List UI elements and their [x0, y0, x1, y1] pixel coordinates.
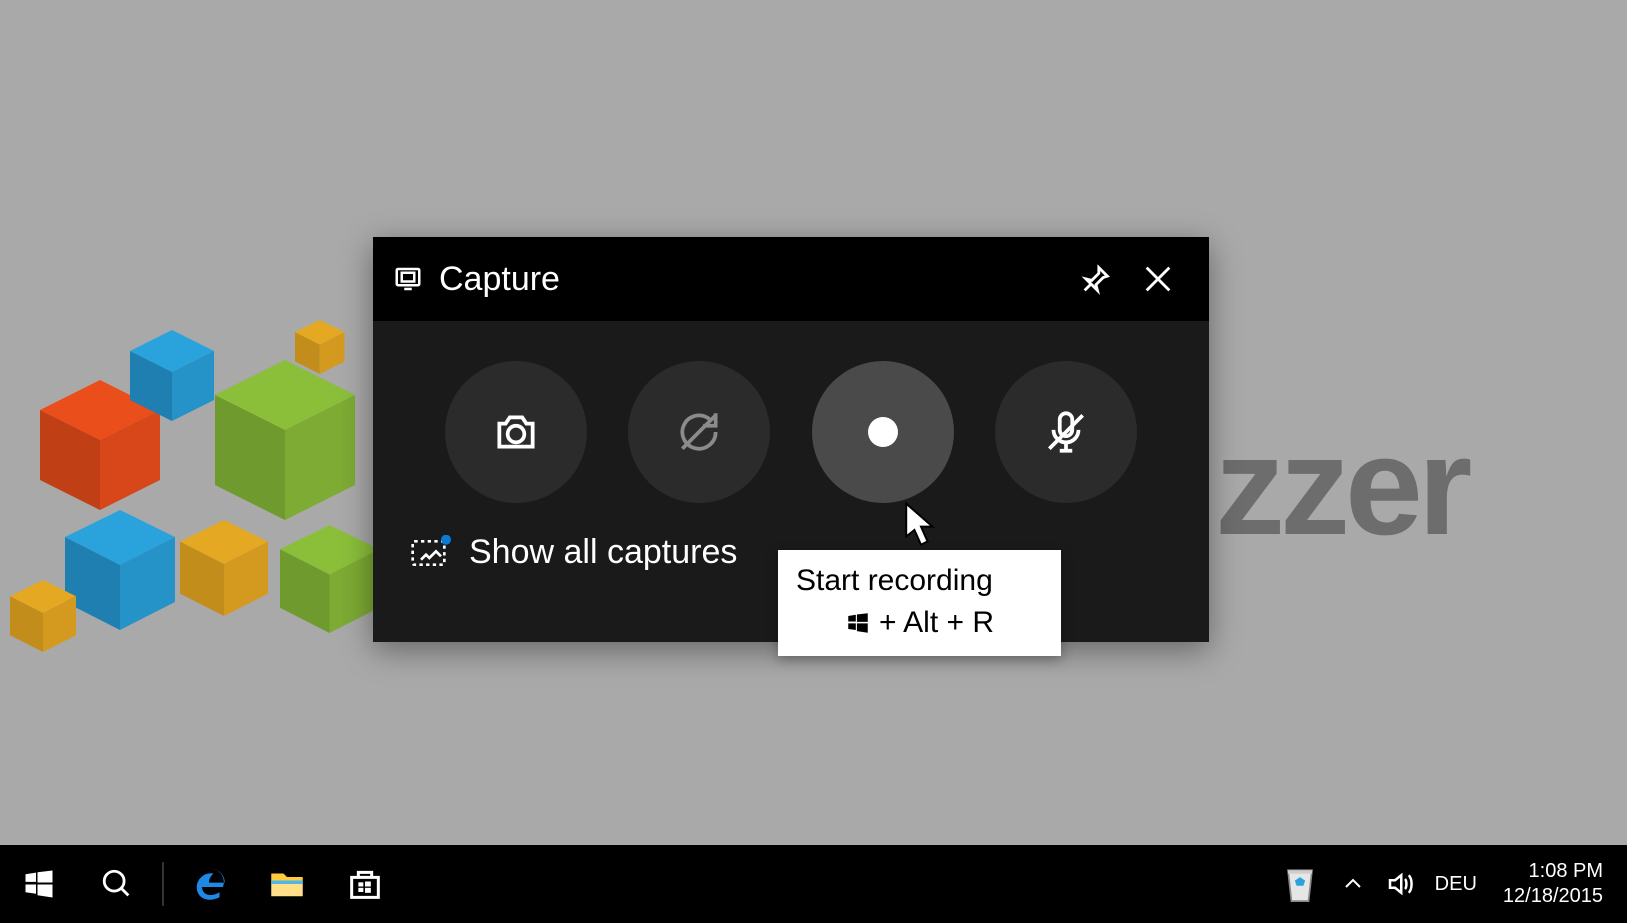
search-button[interactable]	[78, 845, 156, 923]
wallpaper-cubes-icon	[10, 320, 390, 660]
volume-tray-button[interactable]	[1375, 845, 1425, 923]
wallpaper-brand-text: zzer	[1215, 405, 1467, 567]
clock-tray[interactable]: 1:08 PM 12/18/2015	[1487, 845, 1627, 923]
system-tray: DEU 1:08 PM 12/18/2015	[1269, 845, 1627, 923]
record-last-disabled-icon	[674, 407, 724, 457]
capture-buttons-row	[373, 321, 1209, 523]
edge-icon	[188, 863, 230, 905]
edge-taskbar-button[interactable]	[170, 845, 248, 923]
start-recording-button[interactable]	[812, 361, 954, 503]
store-taskbar-button[interactable]	[326, 845, 404, 923]
taskbar: DEU 1:08 PM 12/18/2015	[0, 845, 1627, 923]
capture-panel-header: Capture	[373, 237, 1209, 321]
clock-time: 1:08 PM	[1503, 859, 1603, 884]
file-explorer-taskbar-button[interactable]	[248, 845, 326, 923]
show-all-captures-label: Show all captures	[469, 533, 737, 572]
clock-date: 12/18/2015	[1503, 884, 1603, 909]
close-button[interactable]	[1127, 248, 1189, 310]
pin-button[interactable]	[1065, 248, 1127, 310]
tray-overflow-button[interactable]	[1331, 845, 1375, 923]
screenshot-button[interactable]	[445, 361, 587, 503]
search-icon	[100, 867, 134, 901]
close-icon	[1141, 262, 1175, 296]
record-icon	[863, 412, 903, 452]
gallery-icon	[411, 535, 451, 571]
microphone-toggle-button[interactable]	[995, 361, 1137, 503]
capture-widget-icon	[393, 264, 423, 294]
store-icon	[345, 864, 385, 904]
language-indicator[interactable]: DEU	[1425, 845, 1487, 923]
recycle-bin-tray[interactable]	[1269, 845, 1331, 923]
tooltip-shortcut: + Alt + R	[796, 606, 1043, 640]
language-label: DEU	[1435, 873, 1477, 896]
capture-panel-title: Capture	[439, 260, 560, 299]
recycle-bin-icon	[1279, 860, 1321, 908]
speaker-icon	[1385, 869, 1415, 899]
tooltip-title: Start recording	[796, 564, 1043, 598]
microphone-off-icon	[1041, 407, 1091, 457]
start-recording-tooltip: Start recording + Alt + R	[778, 550, 1061, 656]
chevron-up-icon	[1341, 872, 1365, 896]
mouse-cursor-icon	[903, 502, 939, 548]
file-explorer-icon	[266, 863, 308, 905]
pin-icon	[1079, 262, 1113, 296]
windows-logo-icon	[21, 866, 57, 902]
windows-key-icon	[845, 610, 871, 636]
camera-icon	[491, 407, 541, 457]
desktop: zzer	[0, 0, 1627, 923]
record-last-button[interactable]	[628, 361, 770, 503]
taskbar-separator	[162, 862, 164, 906]
start-button[interactable]	[0, 845, 78, 923]
